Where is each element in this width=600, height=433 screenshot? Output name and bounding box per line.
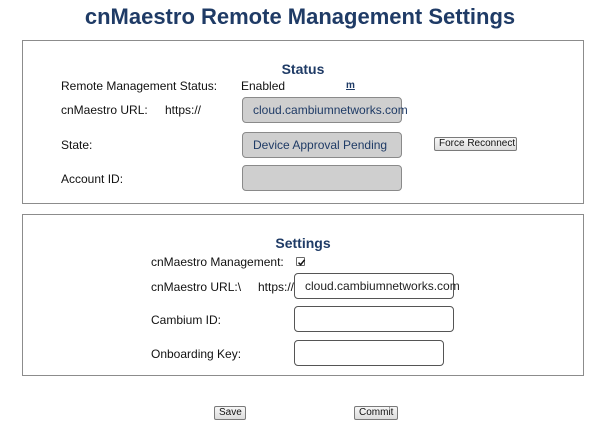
cambium-id-input[interactable]	[294, 306, 454, 332]
status-panel: Status Remote Management Status: Enabled…	[22, 40, 584, 204]
cnmaestro-m-link[interactable]: m	[346, 80, 355, 91]
settings-panel: Settings cnMaestro Management: cnMaestro…	[22, 214, 584, 376]
status-heading: Status	[281, 61, 325, 77]
status-url-label: cnMaestro URL:	[61, 103, 148, 117]
management-label: cnMaestro Management:	[151, 255, 284, 269]
account-id-label: Account ID:	[61, 172, 124, 186]
save-button[interactable]: Save	[214, 406, 246, 420]
settings-url-label: cnMaestro URL:\	[151, 280, 242, 294]
management-checkbox[interactable]	[296, 257, 306, 266]
commit-button[interactable]: Commit	[354, 406, 398, 420]
cambium-id-label: Cambium ID:	[151, 313, 222, 327]
page-title: cnMaestro Remote Management Settings	[84, 4, 516, 29]
state-field: Device Approval Pending	[242, 132, 402, 158]
force-reconnect-button[interactable]: Force Reconnect	[434, 137, 517, 151]
onboarding-key-input[interactable]	[294, 340, 444, 366]
account-id-field	[242, 165, 402, 191]
onboarding-key-label: Onboarding Key:	[151, 347, 242, 361]
settings-url-input[interactable]: cloud.cambiumnetworks.com	[294, 273, 460, 299]
status-url-field: cloud.cambiumnetworks.com	[242, 97, 408, 123]
status-url-prefix: https://	[165, 103, 202, 117]
state-label: State:	[61, 138, 93, 152]
checkmark-icon	[297, 259, 306, 266]
settings-heading: Settings	[275, 235, 331, 251]
remote-mgmt-status-value: Enabled	[241, 79, 286, 93]
remote-mgmt-status-label: Remote Management Status:	[61, 79, 218, 93]
settings-url-prefix: https://	[258, 280, 295, 294]
